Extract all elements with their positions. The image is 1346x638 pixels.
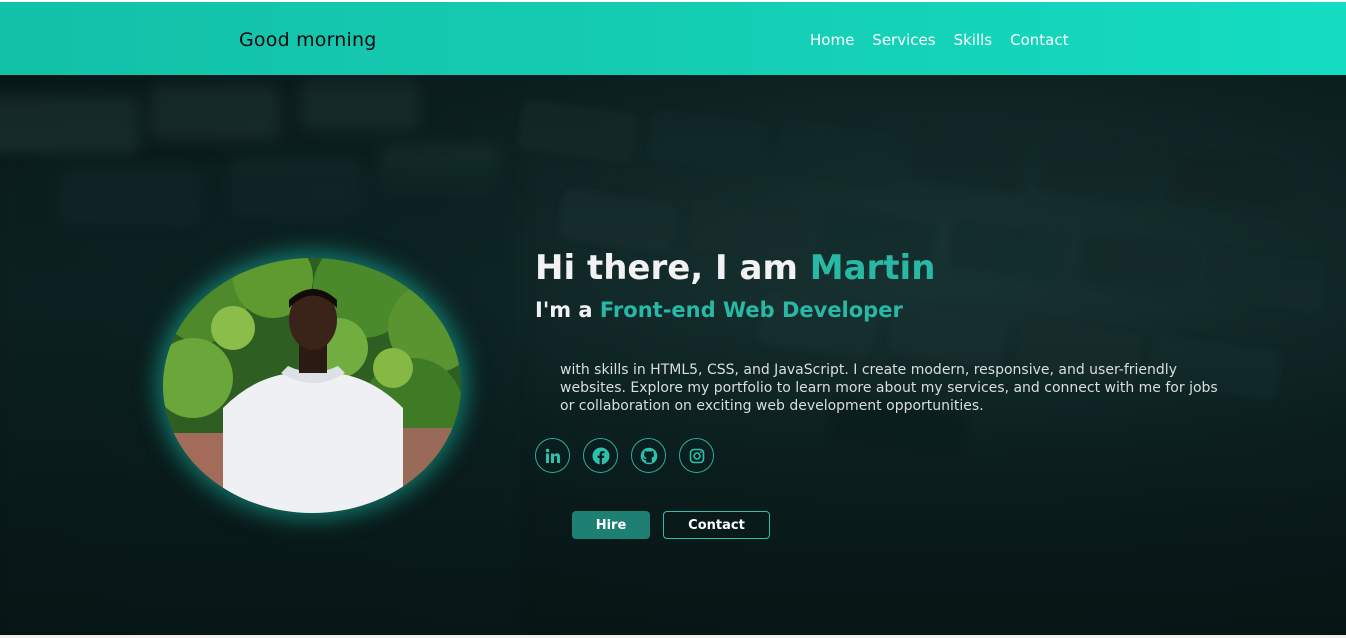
facebook-icon xyxy=(592,447,609,465)
nav-services-link[interactable]: Services xyxy=(872,31,935,49)
hero-heading: Hi there, I am Martin xyxy=(535,248,935,288)
greeting-text: Good morning xyxy=(239,29,377,51)
site-header: Good morning Home Services Skills Contac… xyxy=(0,2,1346,75)
facebook-link[interactable] xyxy=(583,438,618,473)
linkedin-icon xyxy=(545,448,560,463)
hero-bio: with skills in HTML5, CSS, and JavaScrip… xyxy=(560,362,1218,414)
github-link[interactable] xyxy=(631,438,666,473)
github-icon xyxy=(640,447,657,464)
contact-button[interactable]: Contact xyxy=(663,511,770,539)
hero-heading-prefix: Hi there, I am xyxy=(535,248,810,288)
nav-home-link[interactable]: Home xyxy=(810,31,854,49)
hero-name: Martin xyxy=(809,248,936,288)
nav-skills-link[interactable]: Skills xyxy=(954,31,993,49)
profile-photo xyxy=(163,258,461,513)
nav-contact-link[interactable]: Contact xyxy=(1010,31,1068,49)
social-links xyxy=(535,438,714,473)
instagram-link[interactable] xyxy=(679,438,714,473)
main-nav: Home Services Skills Contact xyxy=(810,31,1086,49)
role-title: Front-end Web Developer xyxy=(599,298,903,322)
linkedin-link[interactable] xyxy=(535,438,570,473)
instagram-icon xyxy=(689,448,704,463)
role-prefix: I'm a xyxy=(535,298,600,322)
hero-subheading: I'm a Front-end Web Developer xyxy=(535,298,903,322)
hire-button[interactable]: Hire xyxy=(572,511,650,539)
